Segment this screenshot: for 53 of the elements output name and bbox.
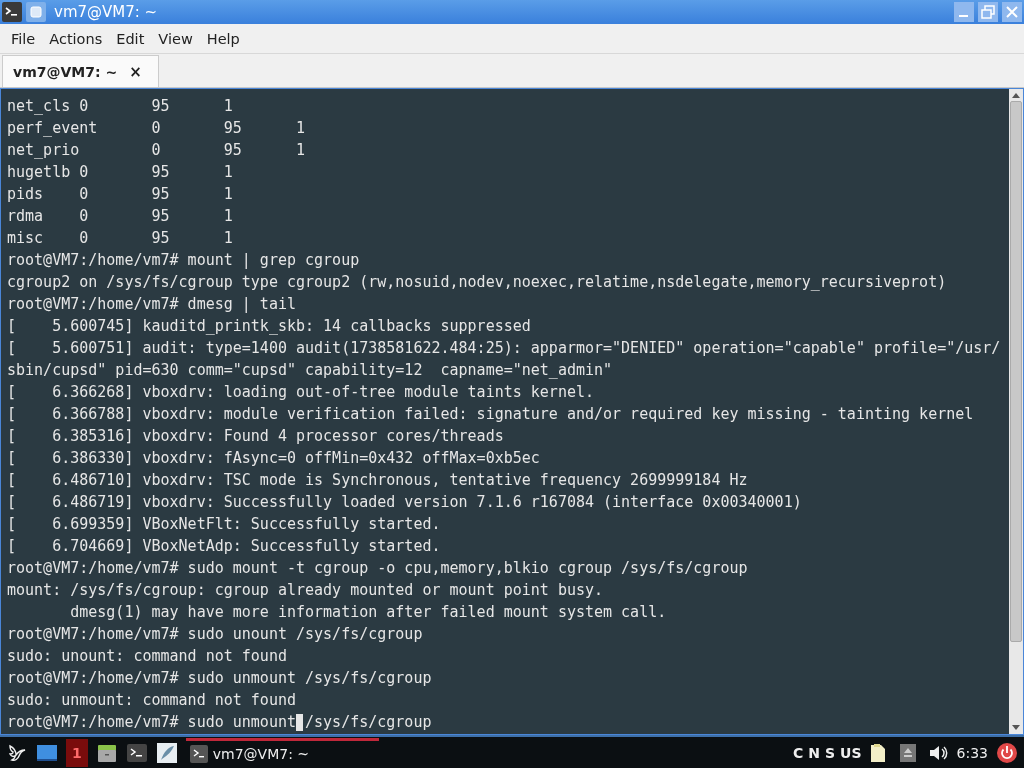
terminal-icon[interactable] — [125, 741, 148, 764]
keyboard-indicator: S — [825, 744, 836, 761]
menu-item[interactable]: File — [4, 30, 43, 47]
terminal-line: perf_event 0 95 1 — [7, 118, 305, 139]
terminal-line: sbin/cupsd" pid=630 comm="cupsd" capability=12 capname="net_admin" — [7, 360, 613, 381]
terminal-line: [ 6.385316] vboxdrv: Found 4 processor cores/threads — [7, 426, 504, 447]
terminal-line: [ 6.486710] vboxdrv: TSC mode is Synchronous, tentative frequency 2699999184 Hz — [7, 470, 748, 491]
menu-item[interactable]: Help — [199, 30, 247, 47]
terminal-line: dmesg(1) may have more information after failed mount system call. — [69, 602, 667, 623]
power-icon[interactable] — [996, 741, 1018, 764]
terminal-line: [ 5.600751] audit: type=1400 audit(1738581622.484:25): apparmor="DENIED" operation="capable" profile="/usr/ — [7, 338, 1001, 359]
menu-item[interactable]: Edit — [109, 30, 152, 47]
keyboard-indicator: N — [808, 744, 820, 761]
terminal-line: rdma 0 95 1 — [7, 206, 233, 227]
terminal-line: root@VM7:/home/vm7# dmesg | tail — [7, 294, 296, 315]
terminal-line: [ 5.600745] kauditd_printk_skb: 14 callbacks suppressed — [7, 316, 531, 337]
terminal-line: hugetlb 0 95 1 — [7, 162, 233, 183]
window-title: vm7@VM7: ~ — [54, 3, 158, 21]
terminal-line: pids 0 95 1 — [7, 184, 233, 205]
feather-icon[interactable] — [155, 741, 178, 764]
terminal-line: [ 6.366788] vboxdrv: module verification failed: signature and/or required key missing - tainting kernel — [7, 404, 974, 425]
terminal-line: [ 6.366268] vboxdrv: loading out-of-tree module taints kernel. — [7, 382, 594, 403]
terminal-line: sudo: unmount: command not found — [7, 690, 296, 711]
clock[interactable]: 6:33 — [956, 744, 988, 761]
terminal-icon — [189, 745, 208, 763]
terminal-line: root@VM7:/home/vm7# mount | grep cgroup — [7, 250, 360, 271]
terminal-line: net_cls 0 95 1 — [7, 96, 233, 117]
terminal-line: root@VM7:/home/vm7# sudo mount -t cgroup -o cpu,memory,blkio cgroup /sys/fs/cgroup — [7, 558, 748, 579]
scrollbar-thumb[interactable] — [1010, 101, 1022, 642]
terminal-line: root@VM7:/home/vm7# sudo unmount /sys/fs/cgroup — [7, 712, 432, 733]
close-tab-button[interactable]: × — [129, 62, 142, 81]
terminal-line: sudo: unount: command not found — [7, 646, 287, 667]
scrollbar[interactable] — [1009, 89, 1023, 734]
menu-item[interactable]: Actions — [42, 30, 110, 47]
keyboard-indicator: US — [840, 744, 862, 761]
scroll-down-icon[interactable] — [1011, 724, 1021, 732]
terminal-line: root@VM7:/home/vm7# sudo unount /sys/fs/cgroup — [7, 624, 423, 645]
taskbar-task[interactable]: vm7@VM7: ~ — [185, 738, 380, 767]
terminal-line: [ 6.486719] vboxdrv: Successfully loaded version 7.1.6 r167084 (interface 0x00340001) — [7, 492, 802, 513]
terminal-line: mount: /sys/fs/cgroup: cgroup already mounted or mount point busy. — [7, 580, 604, 601]
keyboard-indicator: C — [793, 744, 804, 761]
terminal-line: root@VM7:/home/vm7# sudo unmount /sys/fs/cgroup — [7, 668, 432, 689]
scroll-up-icon[interactable] — [1011, 91, 1021, 99]
terminal-line: [ 6.704669] VBoxNetAdp: Successfully started. — [7, 536, 441, 557]
terminal-icon — [2, 2, 22, 22]
tab[interactable]: vm7@VM7: ~ × — [2, 55, 159, 87]
menu-item[interactable]: View — [151, 30, 200, 47]
terminal-line: misc 0 95 1 — [7, 228, 233, 249]
terminal-line: cgroup2 on /sys/fs/cgroup type cgroup2 (rw,nosuid,nodev,noexec,relatime,nsdelegate,memory_recursiveprot) — [7, 272, 947, 293]
terminal-line: [ 6.386330] vboxdrv: fAsync=0 offMin=0x432 offMax=0xb5ec — [7, 448, 540, 469]
workspace-button[interactable]: 1 — [66, 738, 88, 767]
terminal-line: net_prio 0 95 1 — [7, 140, 305, 161]
terminal-line: [ 6.699359] VBoxNetFlt: Successfully started. — [7, 514, 441, 535]
